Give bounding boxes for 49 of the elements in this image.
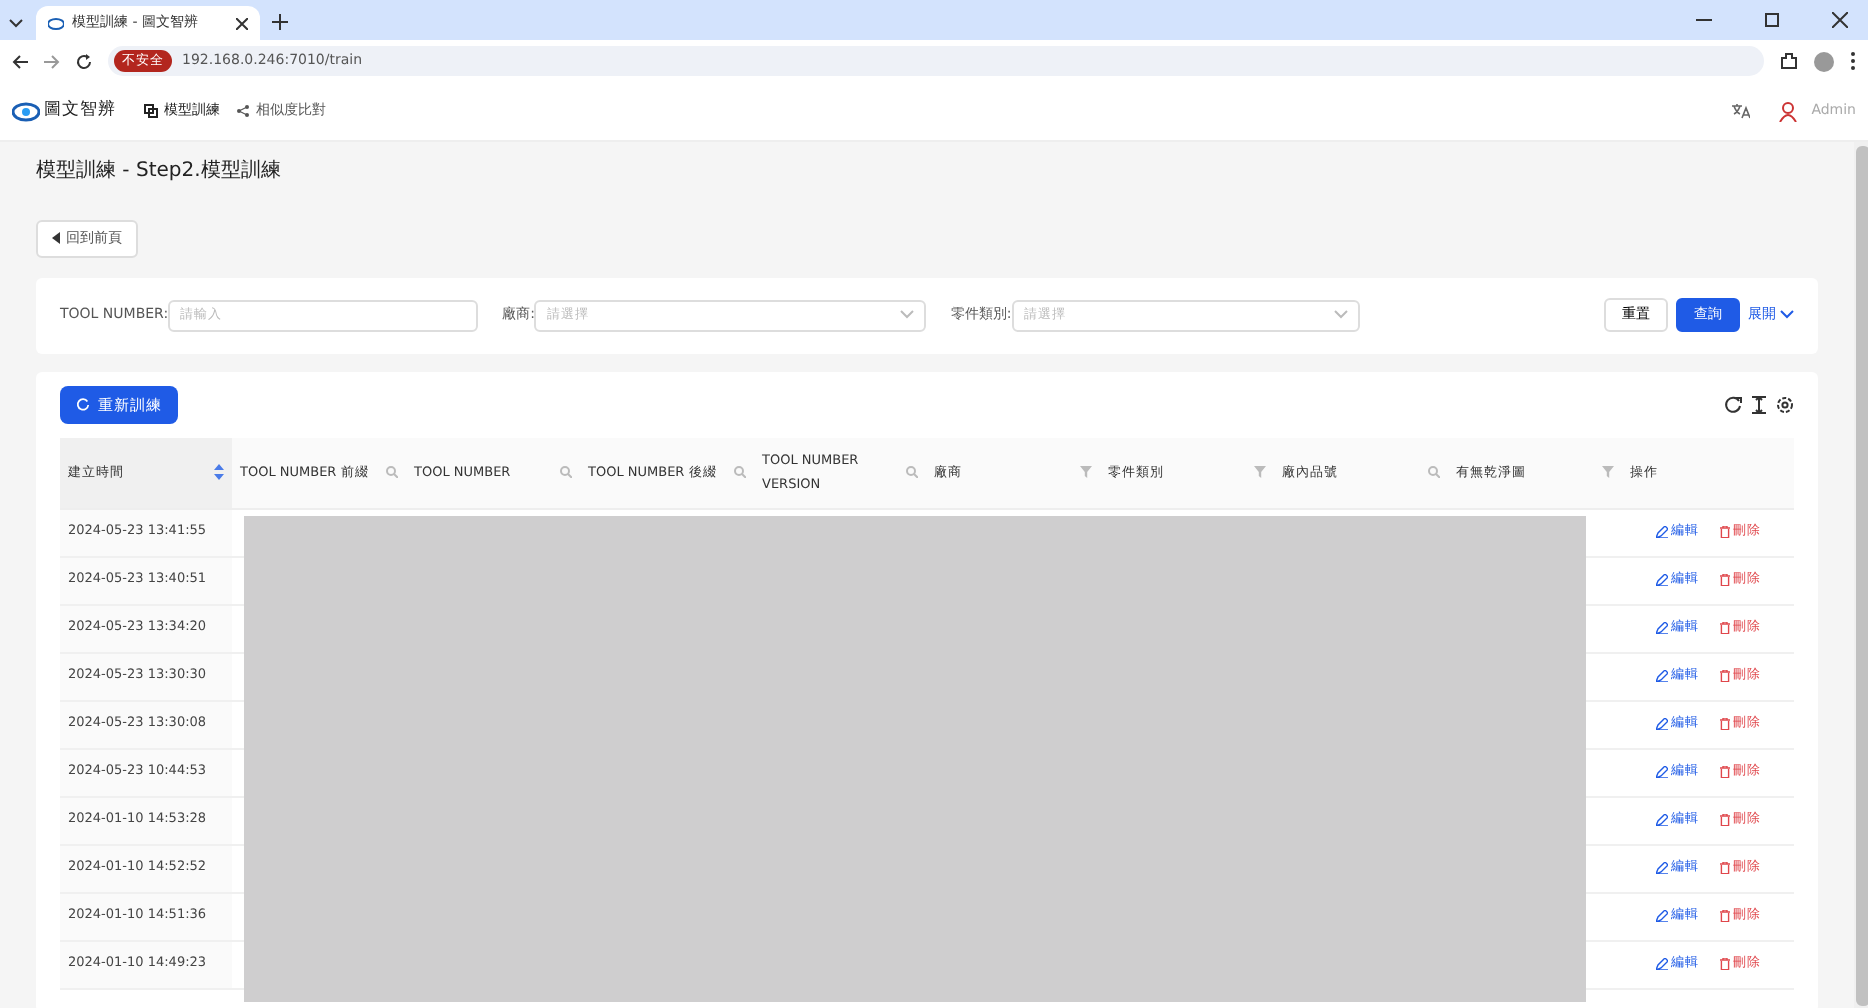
menu-icon[interactable] <box>1850 52 1856 70</box>
refresh-icon[interactable] <box>1724 395 1742 414</box>
sort-icon[interactable] <box>214 464 224 481</box>
tab-list-icon[interactable] <box>8 14 24 30</box>
pencil-icon <box>1655 814 1667 827</box>
copy-icon <box>144 104 158 118</box>
column-height-icon[interactable] <box>1750 395 1768 414</box>
pencil-icon <box>1655 622 1667 635</box>
trash-icon <box>1719 862 1729 875</box>
pencil-icon <box>1655 670 1667 683</box>
close-window-icon[interactable] <box>1832 12 1848 28</box>
logo-icon <box>48 15 64 31</box>
trash-icon <box>1719 718 1729 731</box>
pencil-icon <box>1655 910 1667 923</box>
back-icon[interactable] <box>12 53 28 69</box>
settings-icon[interactable] <box>1776 395 1794 414</box>
translate-icon[interactable] <box>1731 102 1750 120</box>
trash-icon <box>1719 574 1729 587</box>
pencil-icon <box>1655 526 1667 539</box>
trash-icon <box>1719 622 1729 635</box>
page-title: 模型訓練 - Step2.模型訓練 <box>36 157 283 186</box>
caret-icon <box>52 232 62 245</box>
pencil-icon <box>1655 574 1667 587</box>
reload-icon <box>76 397 90 412</box>
close-icon[interactable] <box>236 17 248 29</box>
trash-icon <box>1719 766 1729 779</box>
logo-icon <box>12 99 40 123</box>
new-tab-icon[interactable] <box>272 14 288 30</box>
chevron-down-icon <box>1333 310 1348 320</box>
pencil-icon <box>1655 718 1667 731</box>
pencil-icon <box>1655 958 1667 971</box>
trash-icon <box>1719 526 1729 539</box>
forward-icon[interactable] <box>44 53 60 69</box>
reload-icon[interactable] <box>76 53 92 69</box>
trash-icon <box>1719 958 1729 971</box>
share-icon <box>236 104 250 118</box>
restore-icon[interactable] <box>1764 12 1780 28</box>
user-icon <box>1777 101 1798 121</box>
scrollbar[interactable] <box>1854 142 1868 1008</box>
trash-icon <box>1719 670 1729 683</box>
trash-icon <box>1719 910 1729 923</box>
trash-icon <box>1719 814 1729 827</box>
pencil-icon <box>1655 862 1667 875</box>
brand-name: 圖文智辨 <box>44 98 116 124</box>
extensions-icon[interactable] <box>1780 52 1798 70</box>
chevron-down-icon <box>900 310 915 320</box>
chevron-down-icon <box>1780 310 1794 320</box>
pencil-icon <box>1655 766 1667 779</box>
profile-avatar[interactable] <box>1814 51 1834 71</box>
